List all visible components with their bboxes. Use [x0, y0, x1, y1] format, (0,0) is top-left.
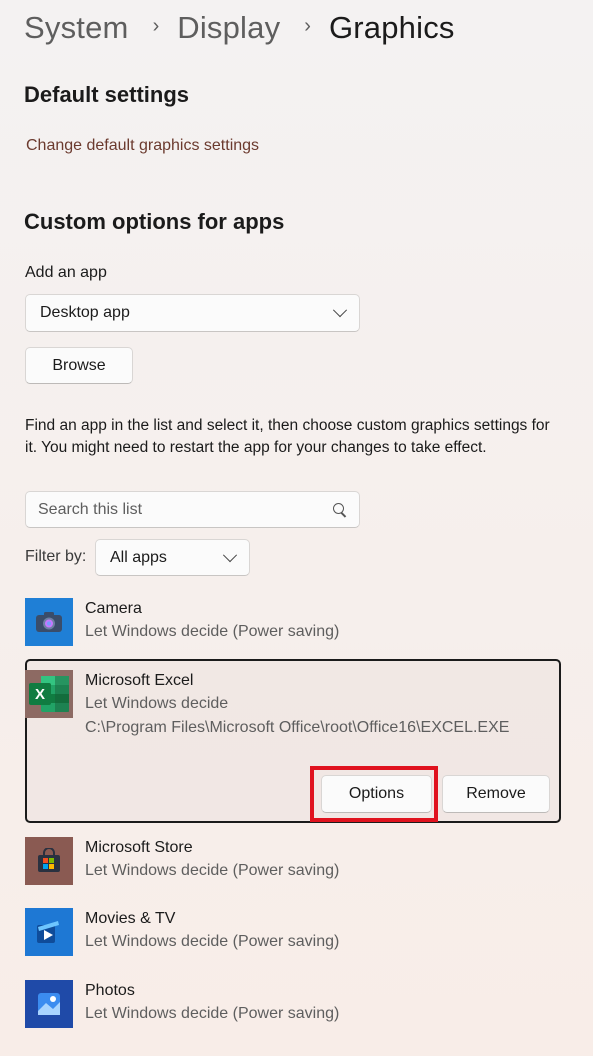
change-default-graphics-link[interactable]: Change default graphics settings — [26, 137, 259, 155]
filter-label: Filter by: — [25, 548, 87, 565]
chevron-down-icon — [222, 547, 238, 562]
search-input[interactable]: Search this list — [25, 491, 360, 528]
app-name: Movies & TV — [85, 910, 176, 927]
default-settings-heading: Default settings — [24, 82, 190, 107]
app-setting: Let Windows decide — [85, 695, 229, 712]
app-setting: Let Windows decide (Power saving) — [85, 1005, 340, 1022]
excel-details: X Microsoft Excel Let Windows decide C:\… — [25, 670, 565, 740]
browse-button[interactable]: Browse — [25, 347, 133, 384]
remove-button[interactable]: Remove — [442, 775, 550, 813]
chevron-right-icon: › — [152, 14, 160, 37]
add-app-label: Add an app — [25, 264, 107, 281]
app-name: Microsoft Excel — [85, 672, 194, 689]
movies-tv-icon — [25, 908, 73, 956]
custom-options-heading: Custom options for apps — [24, 209, 285, 234]
app-name: Photos — [85, 982, 135, 999]
options-highlight-annotation — [310, 766, 438, 822]
chevron-right-icon: › — [304, 14, 311, 37]
search-placeholder: Search this list — [38, 500, 143, 518]
breadcrumb-display[interactable]: Display — [177, 10, 280, 46]
list-item-photos[interactable]: Photos Let Windows decide (Power saving) — [25, 980, 565, 1028]
app-setting: Let Windows decide (Power saving) — [85, 933, 340, 950]
photos-icon — [25, 980, 73, 1028]
chevron-down-icon — [332, 303, 348, 318]
excel-icon: X — [25, 670, 73, 718]
app-name: Camera — [85, 600, 142, 617]
list-item-movies-tv[interactable]: Movies & TV Let Windows decide (Power sa… — [25, 908, 565, 956]
page-title: Graphics — [328, 10, 455, 45]
app-type-selected: Desktop app — [40, 304, 130, 321]
app-name: Microsoft Store — [85, 839, 193, 856]
svg-text:X: X — [35, 686, 45, 703]
filter-selected: All apps — [110, 548, 167, 566]
breadcrumb-system[interactable]: System — [24, 10, 129, 46]
filter-dropdown[interactable]: All apps — [95, 539, 250, 576]
app-setting: Let Windows decide (Power saving) — [85, 623, 340, 640]
breadcrumb: System › Display › Graphics — [24, 8, 455, 48]
app-type-dropdown[interactable]: Desktop app — [25, 294, 360, 332]
instructions-text: Find an app in the list and select it, t… — [25, 417, 550, 456]
list-item-camera[interactable]: Camera Let Windows decide (Power saving) — [25, 598, 565, 646]
store-icon — [25, 837, 73, 885]
app-setting: Let Windows decide (Power saving) — [85, 862, 340, 879]
app-path: C:\Program Files\Microsoft Office\root\O… — [85, 719, 510, 736]
camera-icon — [25, 598, 73, 646]
search-icon[interactable] — [333, 502, 347, 517]
list-item-microsoft-store[interactable]: Microsoft Store Let Windows decide (Powe… — [25, 837, 565, 885]
